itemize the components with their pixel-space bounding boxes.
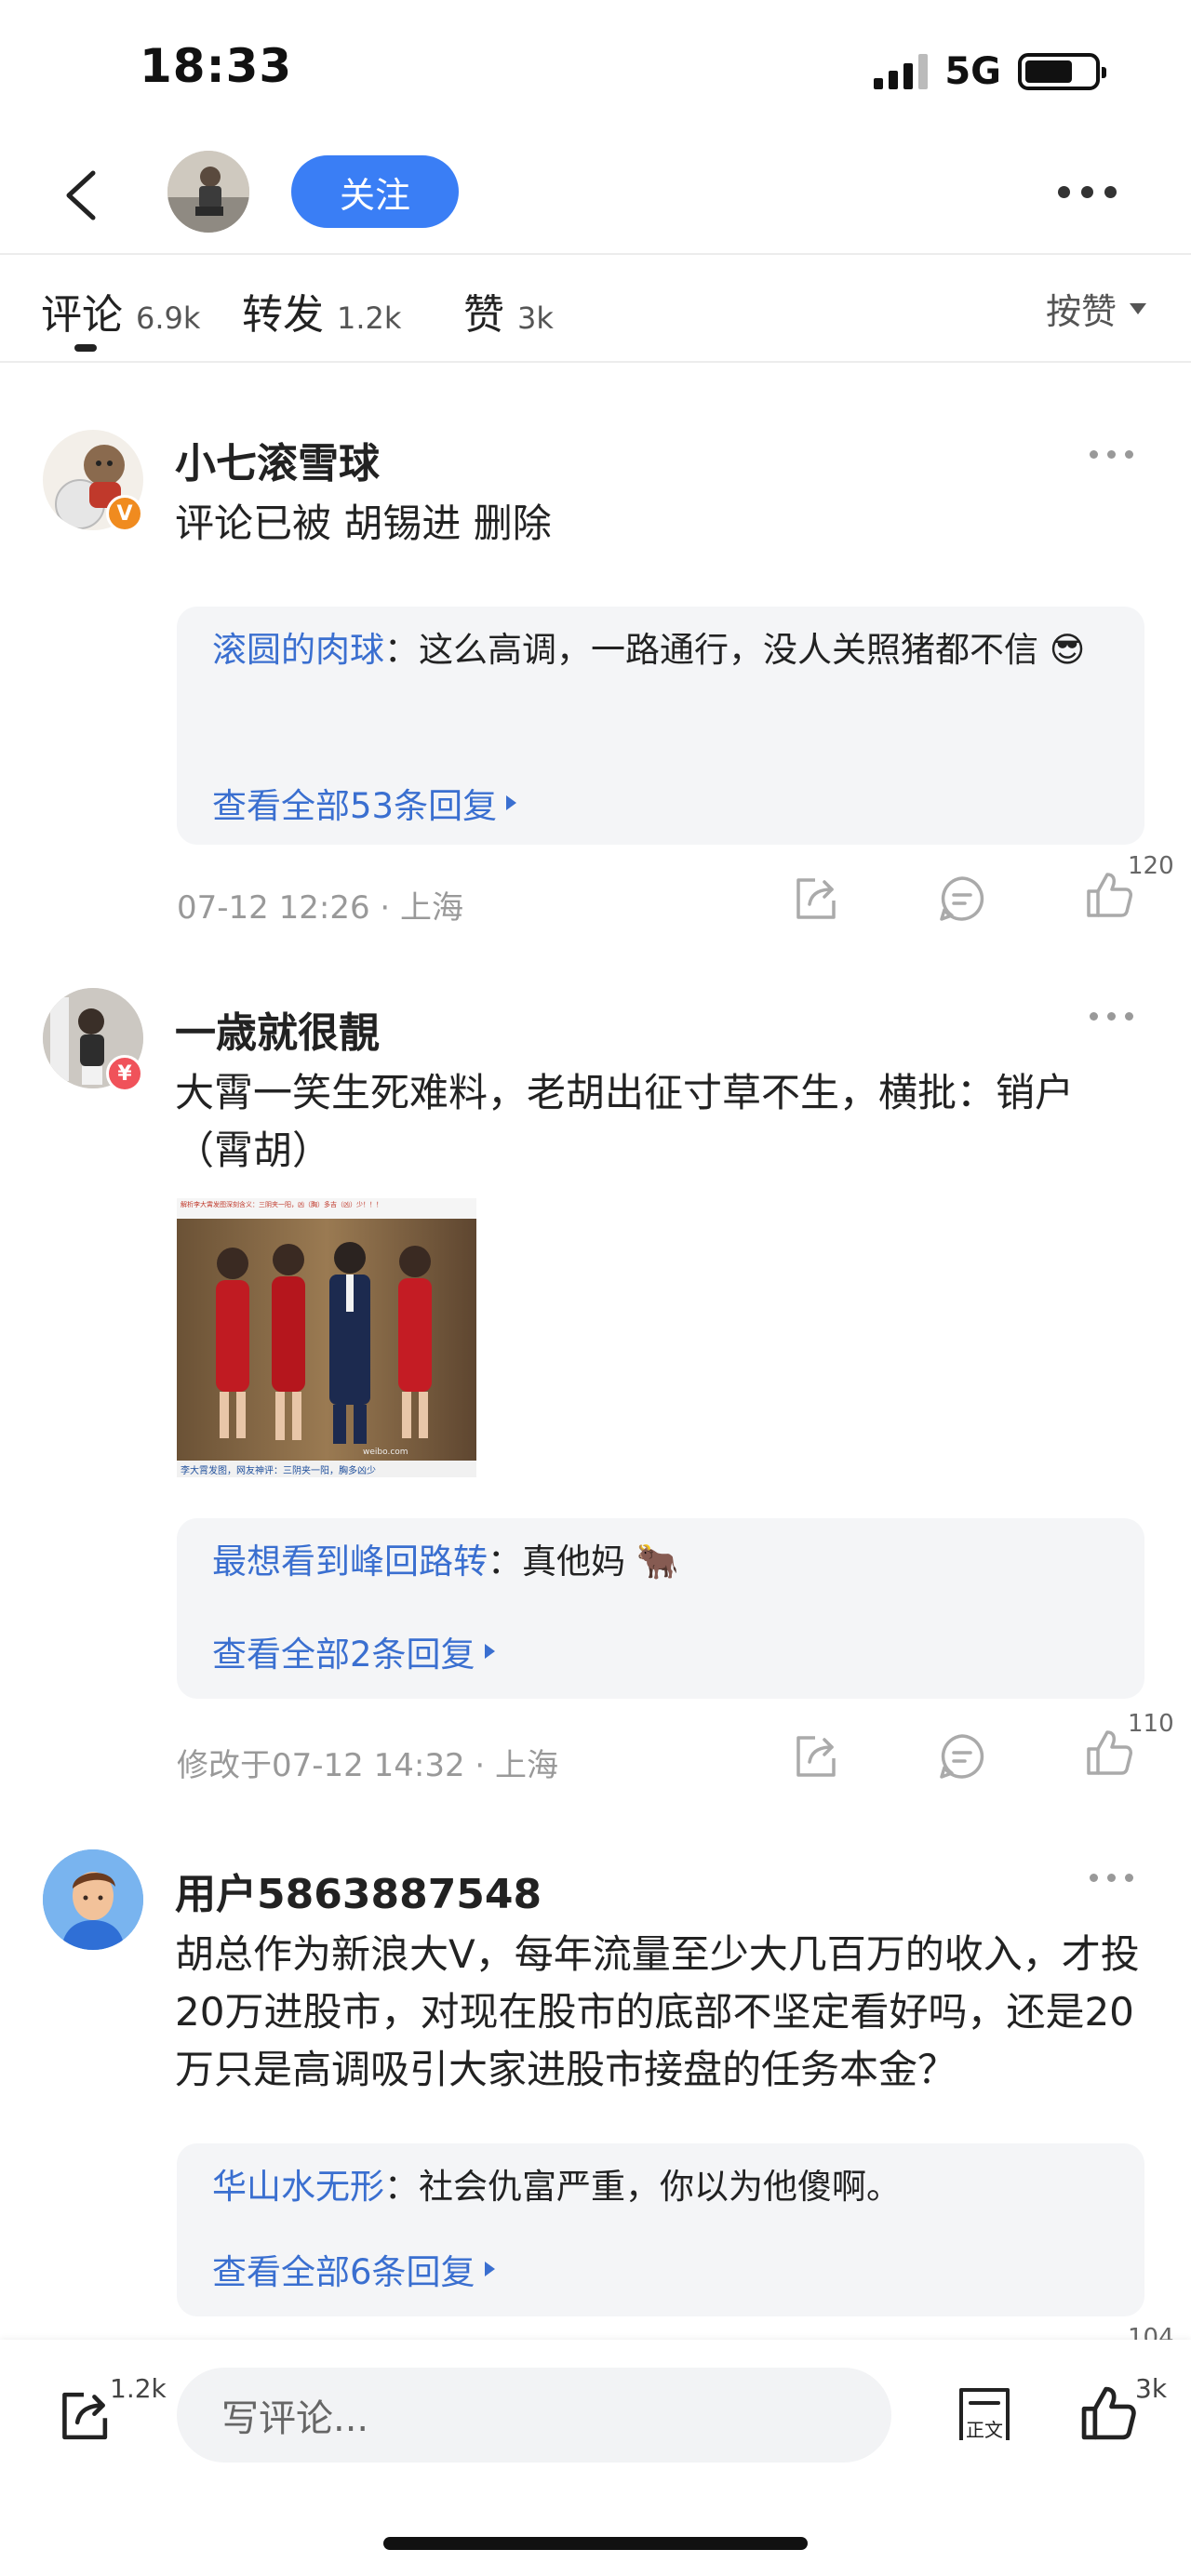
view-all-label: 查看全部2条回复 [212, 1635, 475, 1675]
sort-dropdown[interactable]: 按赞 [1046, 283, 1146, 334]
wallet-badge: ¥ [106, 1055, 143, 1092]
tab-reposts[interactable]: 转发 1.2k [242, 281, 401, 340]
nav-bar: 关注 [0, 140, 1191, 251]
tab-bar: 评论 6.9k 转发 1.2k 赞 3k 按赞 [0, 253, 1191, 363]
share-icon[interactable] [54, 2386, 114, 2446]
share-count: 1.2k [110, 2373, 167, 2404]
signal-icon [874, 54, 929, 89]
comment-text: 评论已被 胡锡进 删除 [175, 501, 552, 546]
avatar[interactable] [43, 1849, 143, 1950]
comment-input[interactable]: 写评论... [177, 2368, 891, 2463]
triangle-right-icon [484, 1644, 495, 1659]
view-all-replies-link[interactable]: 查看全部2条回复 [212, 1626, 495, 1676]
reply-text: 这么高调，一路通行，没人关照猪都不信 [419, 630, 1038, 670]
reply-separator: ： [384, 630, 419, 670]
view-all-label: 查看全部53条回复 [212, 786, 498, 826]
author-avatar[interactable] [167, 151, 249, 233]
tab-label: 转发 [242, 291, 324, 339]
tab-label: 赞 [463, 291, 504, 339]
reply-separator: ： [384, 2167, 419, 2207]
comment-more-icon[interactable] [1090, 450, 1133, 459]
reply-text: 社会仇富严重，你以为他傻啊。 [419, 2167, 901, 2207]
comment-more-icon[interactable] [1090, 1012, 1133, 1021]
caret-down-icon [1130, 302, 1146, 314]
battery-icon [1018, 53, 1106, 90]
view-all-replies-link[interactable]: 查看全部53条回复 [212, 778, 517, 828]
tab-count: 6.9k [136, 300, 201, 336]
back-icon[interactable] [54, 166, 114, 225]
view-all-replies-link[interactable]: 查看全部6条回复 [212, 2244, 495, 2294]
image-caption-top: 解析李大霄发图深刻含义：三阴夹一阳，凶（胸）多吉（凶）少！！！ [181, 1201, 382, 1208]
triangle-right-icon [484, 2262, 495, 2276]
view-all-label: 查看全部6条回复 [212, 2252, 475, 2292]
home-indicator [383, 2537, 808, 2550]
article-label: 正文 [966, 2419, 1003, 2441]
share-icon[interactable] [789, 873, 841, 925]
reply-preview: 滚圆的肉球：这么高调，一路通行，没人关照猪都不信 😎 [212, 621, 1105, 679]
reply-box[interactable]: 华山水无形：社会仇富严重，你以为他傻啊。 查看全部6条回复 [177, 2143, 1144, 2316]
verified-badge: V [106, 495, 143, 532]
comment-icon[interactable] [936, 1730, 988, 1782]
bottom-bar: 1.2k 写评论... 正文 3k [0, 2340, 1191, 2576]
reply-user[interactable]: 滚圆的肉球 [212, 630, 384, 670]
reply-user[interactable]: 华山水无形 [212, 2167, 384, 2207]
status-bar: 18:33 5G [0, 0, 1191, 130]
reply-user[interactable]: 最想看到峰回路转 [212, 1542, 488, 1582]
image-watermark: weibo.com [363, 1448, 408, 1457]
tab-label: 评论 [41, 291, 123, 339]
sort-label: 按赞 [1045, 291, 1117, 332]
tab-count: 3k [517, 300, 554, 336]
comment-author[interactable]: 用户5863887548 [175, 1861, 542, 1920]
reply-emoji: 🐂 [636, 1542, 679, 1582]
comment-author[interactable]: 小七滚雪球 [175, 430, 380, 489]
tab-comments[interactable]: 评论 6.9k [41, 281, 200, 340]
article-icon[interactable]: 正文 [954, 2384, 1015, 2446]
tab-likes[interactable]: 赞 3k [463, 281, 554, 340]
triangle-right-icon [506, 795, 517, 810]
comment-text: 胡总作为新浪大V，每年流量至少大几百万的收入，才投20万进股市，对现在股市的底部… [175, 1931, 1140, 2092]
network-type: 5G [944, 50, 1001, 93]
reply-emoji: 😎 [1049, 630, 1086, 670]
more-options-icon[interactable] [1058, 186, 1117, 198]
comment-text: 大霄一笑生死难料，老胡出征寸草不生，横批：销户（霄胡） [175, 1070, 1075, 1173]
reply-box[interactable]: 滚圆的肉球：这么高调，一路通行，没人关照猪都不信 😎 查看全部53条回复 [177, 607, 1144, 845]
like-count: 110 [1128, 1710, 1174, 1738]
reply-preview: 华山水无形：社会仇富严重，你以为他傻啊。 [212, 2158, 1105, 2216]
status-indicators: 5G [874, 48, 1106, 95]
image-caption-bottom: 李大霄发图，网友神评：三阴夹一阳，胸多凶少 [181, 1466, 376, 1476]
like-count: 3k [1135, 2373, 1168, 2404]
status-time: 18:33 [140, 39, 293, 93]
comment-more-icon[interactable] [1090, 1874, 1133, 1882]
like-icon[interactable] [1077, 2382, 1139, 2444]
comment-icon[interactable] [936, 873, 988, 925]
like-count: 120 [1128, 852, 1174, 880]
comment-image[interactable]: 解析李大霄发图深刻含义：三阴夹一阳，凶（胸）多吉（凶）少！！！ 李大霄发图，网友… [177, 1198, 476, 1477]
tab-count: 1.2k [337, 300, 402, 336]
share-icon[interactable] [789, 1730, 841, 1782]
reply-text: 真他妈 [522, 1542, 625, 1582]
comment-meta: 修改于07-12 14:32 · 上海 [177, 1747, 559, 1784]
reply-box[interactable]: 最想看到峰回路转：真他妈 🐂 查看全部2条回复 [177, 1518, 1144, 1699]
active-tab-indicator [74, 344, 97, 352]
comment-author[interactable]: 一歳就很靚 [175, 999, 380, 1059]
reply-preview: 最想看到峰回路转：真他妈 🐂 [212, 1533, 1105, 1591]
follow-button[interactable]: 关注 [291, 155, 459, 228]
comment-meta: 07-12 12:26 · 上海 [177, 889, 464, 927]
reply-separator: ： [488, 1542, 522, 1582]
